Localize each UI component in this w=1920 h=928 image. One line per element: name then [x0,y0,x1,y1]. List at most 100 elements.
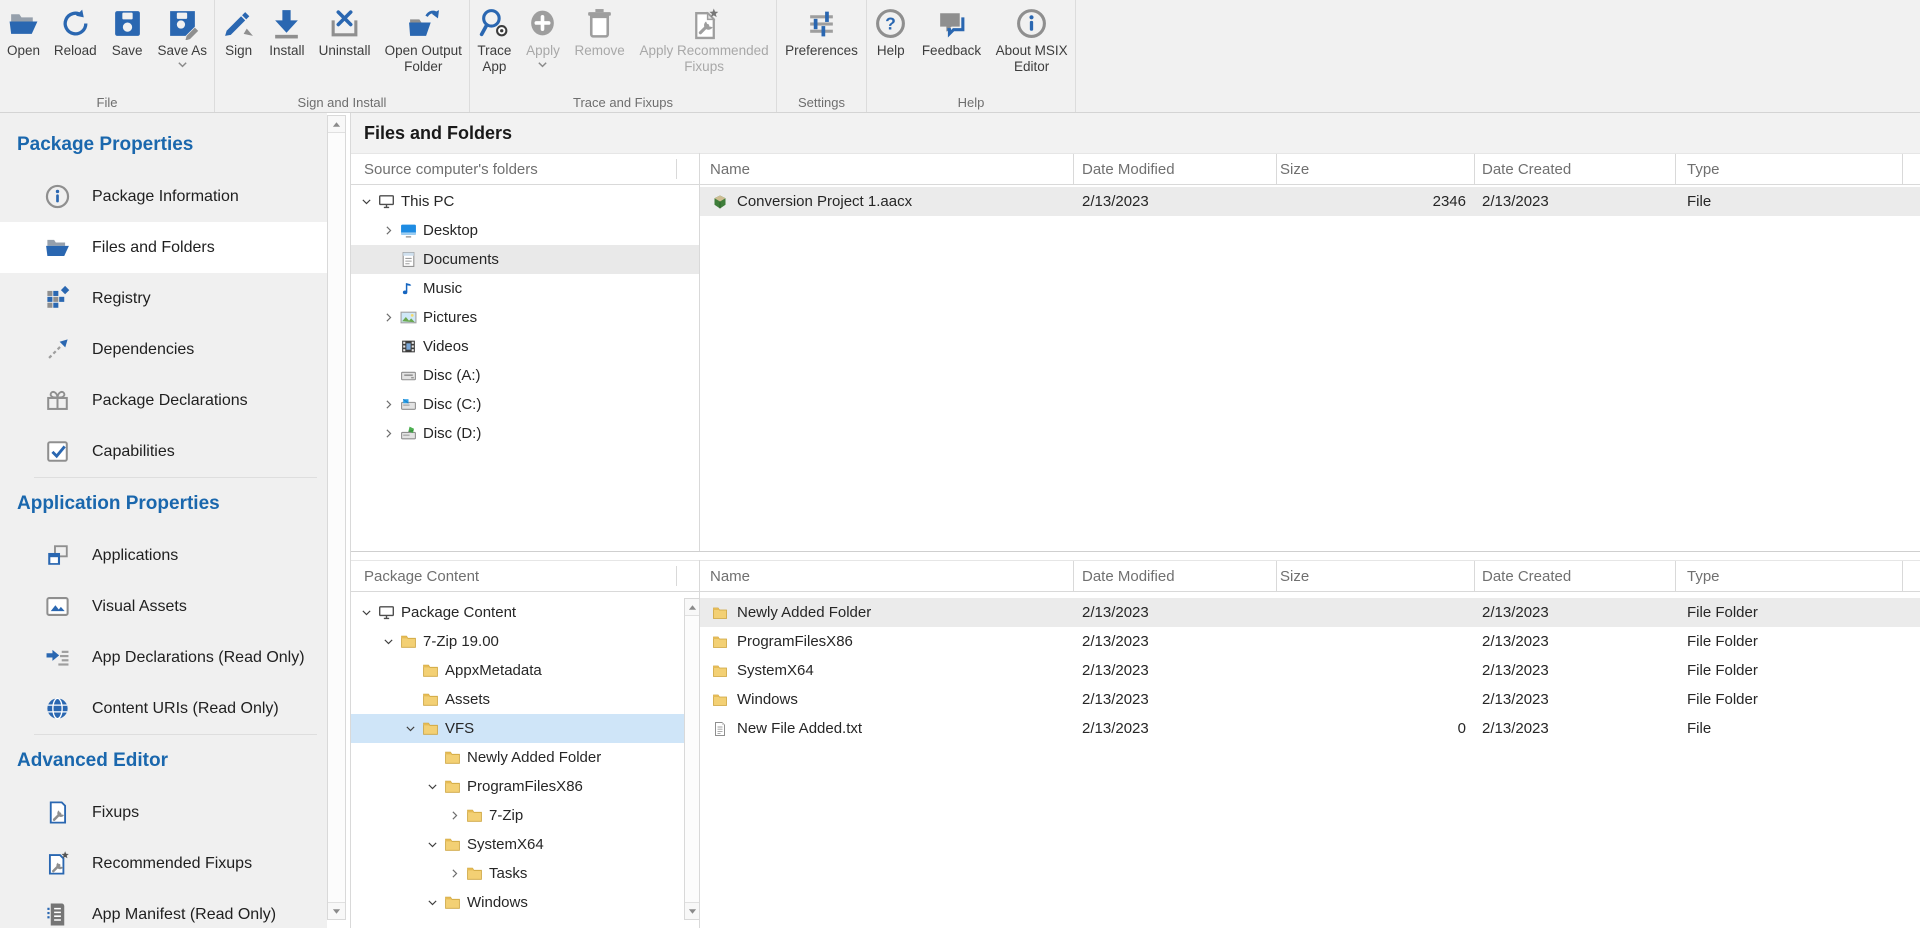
tree-item-assets[interactable]: Assets [351,685,699,714]
sidebar-item-visual-assets[interactable]: Visual Assets [0,581,327,632]
ribbon-button-save[interactable]: Save [108,5,147,61]
chevron-down-icon[interactable] [357,605,375,621]
tree-item-disc-d[interactable]: Disc (D:) [351,419,699,448]
sidebar-item-files-and-folders[interactable]: Files and Folders [0,222,327,273]
file-type: File Folder [1687,627,1758,656]
file-name: Newly Added Folder [737,604,871,621]
ribbon-button-trace-app[interactable]: TraceApp [474,5,514,77]
sidebar-item-fixups[interactable]: Fixups [0,787,327,838]
chevron-down-icon[interactable] [401,721,419,737]
column-header-type[interactable]: Type [1687,154,1720,185]
file-row-new-file-added-txt[interactable]: New File Added.txt2/13/202302/13/2023Fil… [700,714,1920,743]
file-row-windows[interactable]: Windows2/13/20232/13/2023File Folder [700,685,1920,714]
ribbon-group-sign-and-install: SignInstallUninstallOpen OutputFolderSig… [215,0,470,112]
column-header-size[interactable]: Size [1280,154,1309,185]
sidebar-item-capabilities[interactable]: Capabilities [0,426,327,477]
dropdown-chevron-icon[interactable] [177,61,188,69]
ribbon-button-open[interactable]: Open [4,5,43,61]
chevron-right-icon[interactable] [445,808,463,824]
tree-item-label: Newly Added Folder [467,749,601,766]
sidebar-item-dependencies[interactable]: Dependencies [0,324,327,375]
package-tree-scrollbar[interactable] [684,598,700,920]
scroll-up-icon[interactable] [328,116,345,133]
tree-item-package-content[interactable]: Package Content [351,598,699,627]
column-header-size[interactable]: Size [1280,561,1309,592]
svg-text:?: ? [885,14,896,34]
column-header-type[interactable]: Type [1687,561,1720,592]
sidebar-scrollbar[interactable] [327,115,346,920]
chevron-down-icon[interactable] [423,837,441,853]
ribbon-button-feedback[interactable]: Feedback [919,5,984,61]
chevron-right-icon[interactable] [379,426,397,442]
tree-item-7-zip[interactable]: 7-Zip [351,801,699,830]
ribbon-button-about-msix-editor[interactable]: About MSIXEditor [993,5,1071,77]
column-header-date-created[interactable]: Date Created [1482,154,1571,185]
tree-item-tasks[interactable]: Tasks [351,859,699,888]
tree-item-windows[interactable]: Windows [351,888,699,917]
column-header-date-modified[interactable]: Date Modified [1082,561,1175,592]
ribbon-button-help[interactable]: ?Help [871,5,910,61]
scroll-down-icon[interactable] [685,902,699,919]
tree-panel-header-label: Source computer's folders [364,161,538,178]
file-row-programfilesx86[interactable]: ProgramFilesX862/13/20232/13/2023File Fo… [700,627,1920,656]
column-header-name[interactable]: Name [710,154,750,185]
chevron-right-icon[interactable] [379,310,397,326]
tree-item-desktop[interactable]: Desktop [351,216,699,245]
column-header-date-modified[interactable]: Date Modified [1082,154,1175,185]
chevron-down-icon[interactable] [423,779,441,795]
tree-panel-header[interactable]: Source computer's folders [351,153,699,185]
tree-item-vfs[interactable]: VFS [351,714,699,743]
sidebar-item-content-uris-read-only[interactable]: Content URIs (Read Only) [0,683,327,734]
tree-panel-header[interactable]: Package Content [351,560,699,592]
file-row-systemx64[interactable]: SystemX642/13/20232/13/2023File Folder [700,656,1920,685]
chevron-right-icon[interactable] [445,866,463,882]
file-size: 2346 [1130,187,1466,216]
file-row-newly-added-folder[interactable]: Newly Added Folder2/13/20232/13/2023File… [700,598,1920,627]
tree-item-videos[interactable]: Videos [351,332,699,361]
tree-item-appxmetadata[interactable]: AppxMetadata [351,656,699,685]
chevron-down-icon[interactable] [423,895,441,911]
scroll-up-icon[interactable] [685,599,699,616]
ribbon-button-label: About MSIXEditor [996,43,1068,75]
label-line: Open Output [385,43,462,59]
ribbon-button-install[interactable]: Install [266,5,307,61]
chevron-right-icon[interactable] [379,223,397,239]
sidebar-item-applications[interactable]: Applications [0,530,327,581]
tree-item-this-pc[interactable]: This PC [351,187,699,216]
ribbon-button-save-as[interactable]: Save As [154,5,210,71]
sidebar-item-recommended-fixups[interactable]: Recommended Fixups [0,838,327,889]
tree-item-newly-added-folder[interactable]: Newly Added Folder [351,743,699,772]
sidebar-item-app-manifest-read-only[interactable]: App Manifest (Read Only) [0,889,327,928]
ribbon-button-sign[interactable]: Sign [219,5,258,61]
tree-item-7-zip-19-00[interactable]: 7-Zip 19.00 [351,627,699,656]
tree-item-music[interactable]: Music [351,274,699,303]
column-header-date-created[interactable]: Date Created [1482,561,1571,592]
tree-item-programfilesx86[interactable]: ProgramFilesX86 [351,772,699,801]
sidebar-item-package-information[interactable]: Package Information [0,171,327,222]
tree-item-pictures[interactable]: Pictures [351,303,699,332]
sidebar-item-app-declarations-read-only[interactable]: App Declarations (Read Only) [0,632,327,683]
column-header-name[interactable]: Name [710,561,750,592]
column-resize-grip[interactable] [676,159,677,179]
file-row-conversion-project-1-aacx[interactable]: Conversion Project 1.aacx2/13/202323462/… [700,187,1920,216]
column-resize-grip[interactable] [676,566,677,586]
sidebar-item-registry[interactable]: Registry [0,273,327,324]
ribbon-button-reload[interactable]: Reload [51,5,100,61]
chevron-down-icon[interactable] [379,634,397,650]
main-content: Files and Folders Source computer's fold… [350,113,1920,928]
ribbon-button-uninstall[interactable]: Uninstall [316,5,374,61]
scroll-down-icon[interactable] [328,902,345,919]
chevron-right-icon[interactable] [379,397,397,413]
ribbon-button-label: Save As [157,43,207,59]
folder-icon [466,807,483,824]
chevron-down-icon[interactable] [357,194,375,210]
ribbon-button-open-output-folder[interactable]: Open OutputFolder [382,5,465,77]
tree-item-systemx64[interactable]: SystemX64 [351,830,699,859]
tree-item-disc-a[interactable]: Disc (A:) [351,361,699,390]
open-folder-icon [7,7,40,40]
sidebar-item-package-declarations[interactable]: Package Declarations [0,375,327,426]
ribbon-button-preferences[interactable]: Preferences [782,5,861,61]
tree-item-disc-c[interactable]: Disc (C:) [351,390,699,419]
tree-item-documents[interactable]: Documents [351,245,699,274]
label-line: Save As [157,43,207,59]
